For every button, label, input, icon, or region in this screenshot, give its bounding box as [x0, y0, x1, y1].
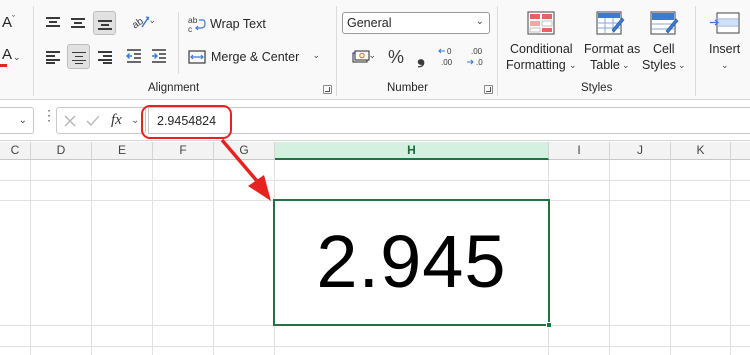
callout-arrow-icon — [220, 138, 271, 201]
